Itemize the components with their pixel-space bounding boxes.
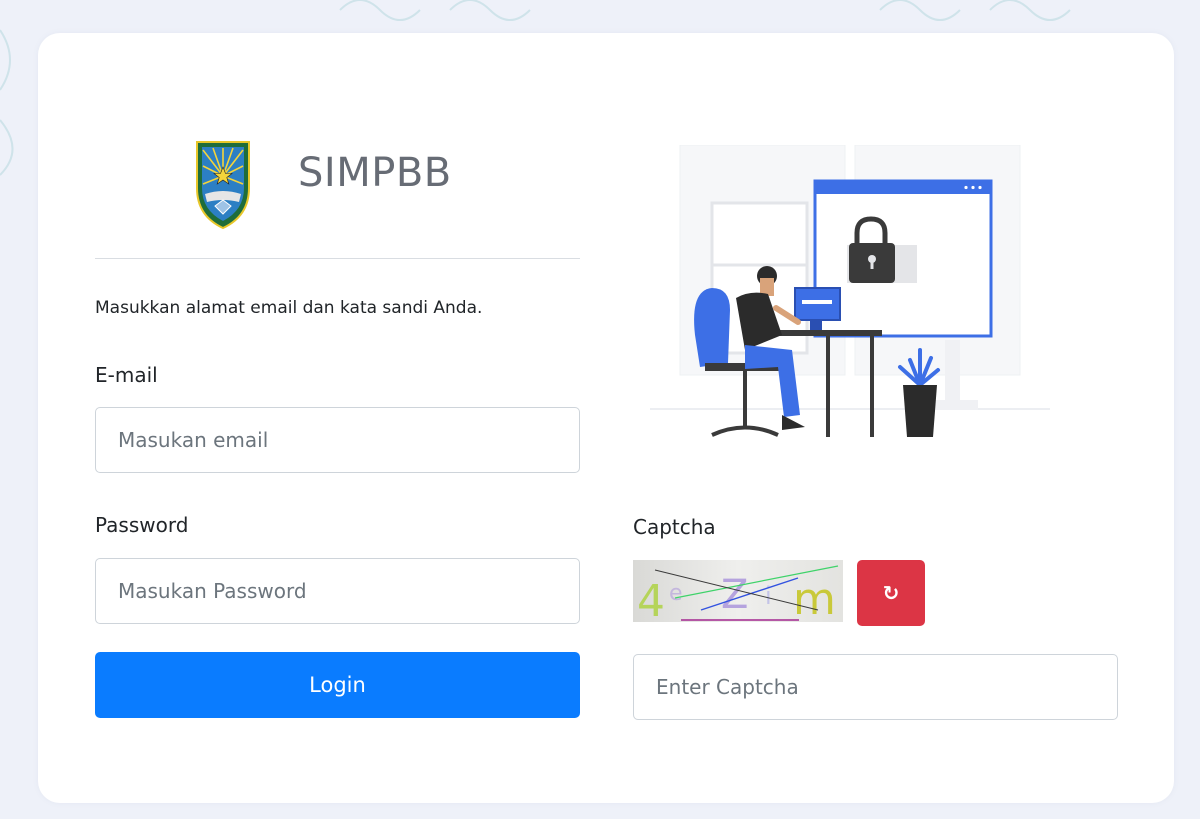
email-field[interactable]: Masukan email xyxy=(95,407,580,473)
svg-text:m: m xyxy=(793,574,836,622)
refresh-icon: ↻ xyxy=(882,581,900,605)
login-instruction: Masukkan alamat email dan kata sandi And… xyxy=(95,298,483,318)
secure-login-illustration xyxy=(650,145,1050,437)
svg-text:i: i xyxy=(765,582,772,610)
captcha-image-graphic: 4 e Z i m xyxy=(633,560,843,627)
divider xyxy=(95,258,580,259)
login-button[interactable]: Login xyxy=(95,652,580,718)
captcha-input[interactable]: Enter Captcha xyxy=(633,654,1118,720)
password-placeholder: Masukan Password xyxy=(118,579,307,603)
svg-text:e: e xyxy=(669,581,683,606)
refresh-captcha-button[interactable]: ↻ xyxy=(857,560,925,626)
app-title: SIMPBB xyxy=(298,150,452,196)
password-label: Password xyxy=(95,513,189,537)
password-field[interactable]: Masukan Password xyxy=(95,558,580,624)
email-label: E-mail xyxy=(95,363,158,387)
regency-coat-of-arms-icon xyxy=(196,141,250,230)
login-button-label: Login xyxy=(309,673,366,697)
captcha-label: Captcha xyxy=(633,515,716,539)
svg-text:4: 4 xyxy=(637,576,665,622)
captcha-image: 4 e Z i m xyxy=(633,560,843,627)
email-placeholder: Masukan email xyxy=(118,428,269,452)
captcha-placeholder: Enter Captcha xyxy=(656,675,799,699)
